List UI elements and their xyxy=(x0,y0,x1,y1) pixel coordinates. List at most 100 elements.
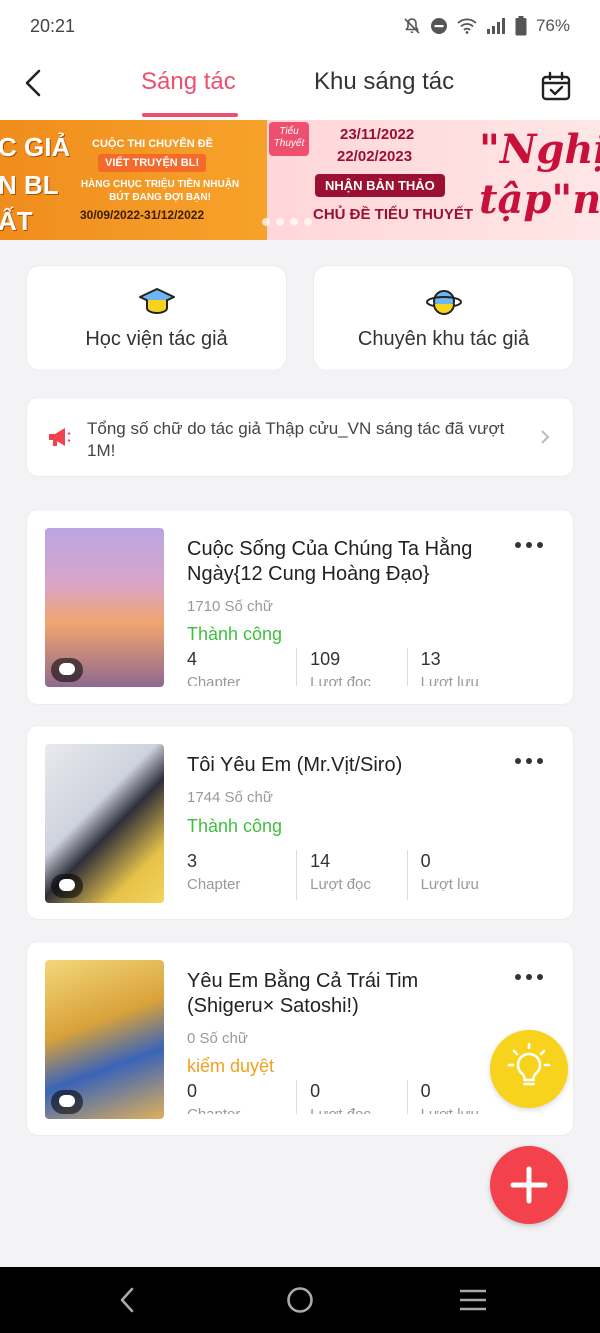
add-work-fab-button[interactable] xyxy=(490,1146,568,1224)
stat-saves-label: Lượt lưu xyxy=(420,876,479,893)
work-card[interactable]: Tôi Yêu Em (Mr.Vịt/Siro) 1744 Số chữ Thà… xyxy=(26,725,574,920)
banner-pagination-dots xyxy=(262,218,312,226)
megaphone-icon xyxy=(49,428,71,446)
graduation-cap-icon xyxy=(138,288,175,315)
banner-left-line1: CUỘC THI CHUYÊN ĐỀ xyxy=(92,138,214,150)
stat-reads: 0 Lượt đọc xyxy=(296,1080,406,1114)
battery-percent: 76% xyxy=(535,16,570,35)
banner-right-date2: 22/02/2023 xyxy=(337,148,413,165)
banner-bl-contest[interactable]: C GIẢ N BL ẤT CUỘC THI CHUYÊN ĐỀ VIẾT TR… xyxy=(0,120,267,240)
banner-left-dates: 30/09/2022-31/12/2022 xyxy=(80,208,205,222)
comment-bubble-icon xyxy=(51,658,83,682)
work-word-count: 0 Số chữ xyxy=(187,1030,248,1047)
more-options-icon[interactable] xyxy=(515,970,549,984)
stat-reads-label: Lượt đọc xyxy=(310,876,371,893)
work-stats: 3 Chapter 14 Lượt đọc 0 Lượt lưu xyxy=(187,850,517,900)
stat-chapters: 4 Chapter xyxy=(187,648,296,686)
stat-reads-label: Lượt đọc xyxy=(310,1102,406,1114)
banner-right-big2: tập"nữ xyxy=(479,176,600,223)
chevron-right-icon xyxy=(541,430,550,444)
stat-chapters-label: Chapter xyxy=(187,876,241,893)
banner-right-big1: "Nghịc xyxy=(479,126,600,173)
banner-left-line3: HÀNG CHỤC TRIỆU TIỀN NHUẬN BÚT ĐANG ĐỢI … xyxy=(80,179,240,203)
banner-dot xyxy=(290,218,298,226)
mute-icon xyxy=(404,18,420,34)
status-time: 20:21 xyxy=(30,15,76,36)
back-arrow-icon[interactable] xyxy=(18,66,52,100)
work-cover-image[interactable] xyxy=(45,528,164,687)
nav-home-icon[interactable] xyxy=(285,1285,315,1315)
banner-left-big-2: N BL xyxy=(0,170,59,200)
author-zone-label: Chuyên khu tác giả xyxy=(357,328,530,350)
stat-chapters-value: 4 xyxy=(187,649,198,669)
banner-right-date1: 23/11/2022 xyxy=(340,126,415,143)
stat-chapters-value: 3 xyxy=(187,851,198,871)
signal-icon xyxy=(486,18,505,34)
stat-reads-value: 109 xyxy=(310,649,341,669)
work-word-count: 1710 Số chữ xyxy=(187,598,273,615)
banner-right-pill: NHẬN BẢN THẢO xyxy=(315,174,445,197)
nav-recents-icon[interactable] xyxy=(458,1285,488,1315)
banner-dot xyxy=(262,218,270,226)
stat-reads: 109 Lượt đọc xyxy=(296,648,406,686)
stat-saves-label: Lượt lưu xyxy=(420,674,479,686)
tab-active-indicator xyxy=(142,113,238,117)
work-title[interactable]: Cuộc Sống Của Chúng Ta Hằng Ngày{12 Cung… xyxy=(187,537,507,587)
status-icons: 76% xyxy=(403,16,570,36)
status-bar: 20:21 76% xyxy=(0,0,600,52)
more-options-icon[interactable] xyxy=(515,754,549,768)
tab-sang-tac[interactable]: Sáng tác xyxy=(141,68,236,96)
more-options-icon[interactable] xyxy=(515,538,549,552)
banner-dot xyxy=(304,218,312,226)
plus-icon xyxy=(510,1166,548,1204)
banner-left-big-3: ẤT xyxy=(0,206,33,236)
work-status: kiểm duyệt xyxy=(187,1056,275,1076)
work-cover-image[interactable] xyxy=(45,960,164,1119)
banner-right-subtitle: CHỦ ĐỀ TIỂU THUYẾT xyxy=(313,206,474,223)
stat-reads-value: 0 xyxy=(310,1081,321,1101)
dnd-icon xyxy=(430,18,447,34)
idea-fab-button[interactable] xyxy=(490,1030,568,1108)
stat-chapters-label: Chapter xyxy=(187,674,241,686)
nav-back-icon[interactable] xyxy=(113,1285,143,1315)
work-title[interactable]: Yêu Em Bằng Cả Trái Tim (Shigeru× Satosh… xyxy=(187,969,507,1019)
stat-saves: 13 Lượt lưu xyxy=(406,648,517,686)
author-academy-button[interactable]: Học viện tác giả xyxy=(26,265,287,371)
wifi-icon xyxy=(457,18,477,34)
system-navigation-bar xyxy=(0,1267,600,1333)
battery-icon xyxy=(515,16,527,36)
work-stats: 0 Chapter 0 Lượt đọc 0 Lượt lưu xyxy=(187,1080,517,1114)
banner-left-line2: VIẾT TRUYỆN BL! xyxy=(98,154,207,172)
stat-chapters-value: 0 xyxy=(187,1081,198,1101)
work-stats: 4 Chapter 109 Lượt đọc 13 Lượt lưu xyxy=(187,648,517,686)
stat-reads-value: 14 xyxy=(310,851,331,871)
work-title[interactable]: Tôi Yêu Em (Mr.Vịt/Siro) xyxy=(187,753,507,778)
work-status: Thành công xyxy=(187,624,283,644)
announcement-text: Tổng số chữ do tác giả Thập cửu_VN sáng … xyxy=(87,419,505,460)
stat-saves-value: 0 xyxy=(420,851,431,871)
stat-saves-value: 13 xyxy=(420,649,441,669)
banner-dot xyxy=(276,218,284,226)
stat-chapters-label: Chapter xyxy=(187,1102,296,1114)
comment-bubble-icon xyxy=(51,1090,83,1114)
work-cover-image[interactable] xyxy=(45,744,164,903)
calendar-check-icon[interactable] xyxy=(539,70,573,104)
planet-icon xyxy=(425,290,462,315)
author-zone-button[interactable]: Chuyên khu tác giả xyxy=(313,265,574,371)
banner-novel-submission[interactable]: Tiểu Thuyết 23/11/2022 22/02/2023 NHẬN B… xyxy=(267,120,600,240)
banner-right-logo: Tiểu Thuyết xyxy=(269,122,309,156)
stat-reads: 14 Lượt đọc xyxy=(296,850,406,900)
author-academy-label: Học viện tác giả xyxy=(85,328,228,350)
announcement-bar[interactable]: Tổng số chữ do tác giả Thập cửu_VN sáng … xyxy=(26,397,574,477)
header: Sáng tác Khu sáng tác xyxy=(0,52,600,120)
work-card[interactable]: Cuộc Sống Của Chúng Ta Hằng Ngày{12 Cung… xyxy=(26,509,574,705)
stat-chapters: 3 Chapter xyxy=(187,850,296,900)
comment-bubble-icon xyxy=(51,874,83,898)
tab-khu-sang-tac[interactable]: Khu sáng tác xyxy=(314,68,454,96)
work-status: Thành công xyxy=(187,816,283,836)
banner-left-big-1: C GIẢ xyxy=(0,132,71,162)
lightbulb-icon xyxy=(507,1042,551,1086)
stat-saves: 0 Lượt lưu xyxy=(406,850,517,900)
stat-reads-label: Lượt đọc xyxy=(310,674,371,686)
stat-chapters: 0 Chapter xyxy=(187,1080,296,1114)
